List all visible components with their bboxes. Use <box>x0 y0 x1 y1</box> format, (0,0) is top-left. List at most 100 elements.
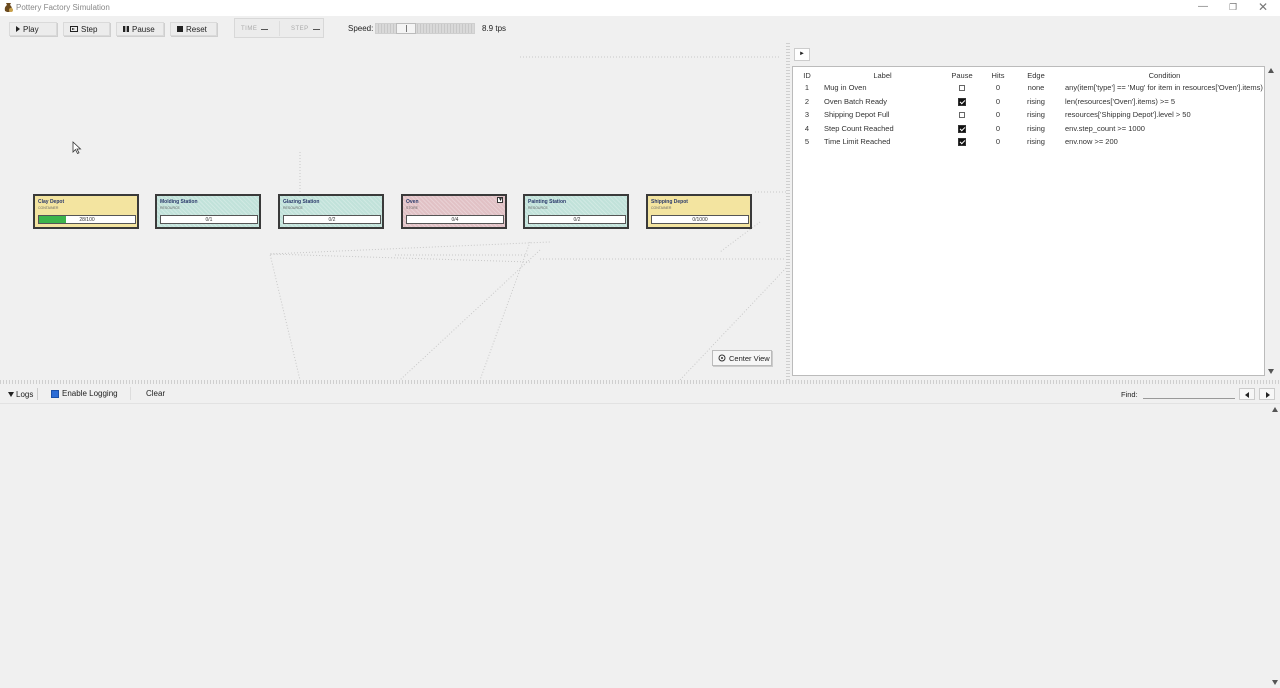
pause-label: Pause <box>132 24 155 34</box>
node-oven[interactable]: Oven STORE ▼ 0/4 <box>401 194 507 229</box>
table-header-row: ID Label Pause Hits Edge Condition <box>793 69 1264 81</box>
row-condition[interactable]: len(resources['Oven'].items) >= 5 <box>1059 95 1264 109</box>
node-clay-depot[interactable]: Clay Depot CONTAINER 28/100 <box>33 194 139 229</box>
row-label[interactable]: Oven Batch Ready <box>821 95 941 109</box>
speed-value: 8.9 tps <box>482 24 507 33</box>
scroll-up-icon[interactable] <box>1272 407 1278 412</box>
scroll-up-icon[interactable] <box>1268 68 1274 73</box>
row-edge[interactable]: rising <box>1013 135 1059 149</box>
pause-checkbox[interactable] <box>959 112 965 119</box>
row-hits: 0 <box>995 110 1001 120</box>
reset-button[interactable]: Reset <box>170 22 217 36</box>
find-previous-button[interactable] <box>1239 388 1255 400</box>
close-button[interactable]: ✕ <box>1248 0 1278 16</box>
center-view-button[interactable]: Center View <box>712 350 772 366</box>
find-input[interactable] <box>1143 388 1235 399</box>
window-title: Pottery Factory Simulation <box>16 3 110 12</box>
row-id: 5 <box>804 137 810 147</box>
log-output-area[interactable] <box>0 403 1280 688</box>
row-condition[interactable]: env.step_count >= 1000 <box>1059 122 1264 136</box>
pause-icon <box>123 26 129 32</box>
node-value: 0/2 <box>328 217 336 223</box>
node-glazing-station[interactable]: Glazing Station RESOURCE 0/2 <box>278 194 384 229</box>
breakpoints-scrollbar[interactable] <box>1266 66 1276 376</box>
step-spin-label: STEP <box>291 26 309 32</box>
pause-checkbox[interactable] <box>958 124 966 133</box>
log-scrollbar[interactable] <box>1270 405 1280 687</box>
speed-slider[interactable] <box>375 23 475 34</box>
node-value: 0/4 <box>451 217 459 223</box>
node-progress-bar: 28/100 <box>38 215 136 224</box>
speed-slider-thumb[interactable] <box>396 23 416 34</box>
node-title: Molding Station <box>160 199 198 205</box>
step-button[interactable]: Step <box>63 22 110 36</box>
breakpoints-table: ID Label Pause Hits Edge Condition 1 Mug… <box>793 69 1264 149</box>
column-header-id[interactable]: ID <box>793 69 821 81</box>
node-type: CONTAINER <box>38 206 59 210</box>
breakpoint-marker-icon: ▼ <box>497 197 503 203</box>
row-edge[interactable]: rising <box>1013 95 1059 109</box>
pause-button[interactable]: Pause <box>116 22 164 36</box>
table-row[interactable]: 1 Mug in Oven 0 none any(item['type'] ==… <box>793 81 1264 95</box>
maximize-button[interactable]: ❐ <box>1218 0 1248 16</box>
play-button[interactable]: Play <box>9 22 57 36</box>
time-spinbox[interactable]: TIME <box>241 23 269 35</box>
row-condition[interactable]: env.now >= 200 <box>1059 135 1264 149</box>
table-row[interactable]: 3 Shipping Depot Full 0 rising resources… <box>793 108 1264 122</box>
title-bar: Pottery Factory Simulation — ❐ ✕ <box>0 0 1280 16</box>
minimize-button[interactable]: — <box>1188 0 1218 16</box>
clear-logs-button[interactable]: Clear <box>130 387 165 400</box>
mouse-cursor-icon <box>72 141 82 155</box>
triangle-down-icon <box>8 391 14 397</box>
table-row[interactable]: 4 Step Count Reached 0 rising env.step_c… <box>793 122 1264 136</box>
table-row[interactable]: 2 Oven Batch Ready 0 rising len(resource… <box>793 95 1264 109</box>
column-header-condition[interactable]: Condition <box>1059 69 1264 81</box>
simulation-canvas[interactable]: Clay Depot CONTAINER 28/100 Molding Stat… <box>0 42 786 380</box>
column-header-pause[interactable]: Pause <box>941 69 983 81</box>
target-icon <box>718 354 726 362</box>
row-label[interactable]: Time Limit Reached <box>821 135 941 149</box>
table-row[interactable]: 5 Time Limit Reached 0 rising env.now >=… <box>793 135 1264 149</box>
row-edge[interactable]: rising <box>1013 108 1059 122</box>
column-header-label[interactable]: Label <box>821 69 941 81</box>
scroll-down-icon[interactable] <box>1268 369 1274 374</box>
row-hits: 0 <box>995 137 1001 147</box>
step-spinbox[interactable]: STEP <box>291 23 320 35</box>
node-shipping-depot[interactable]: Shipping Depot CONTAINER 0/1000 <box>646 194 752 229</box>
enable-logging-checkbox[interactable]: Enable Logging <box>51 389 118 398</box>
pause-checkbox[interactable] <box>959 85 965 92</box>
node-title: Painting Station <box>528 199 567 205</box>
node-type: RESOURCE <box>283 206 303 210</box>
column-header-edge[interactable]: Edge <box>1013 69 1059 81</box>
pause-checkbox[interactable] <box>958 138 966 147</box>
vertical-splitter[interactable] <box>786 42 790 380</box>
row-label[interactable]: Shipping Depot Full <box>821 108 941 122</box>
checkbox-checked-icon <box>51 389 59 398</box>
node-type: STORE <box>406 206 418 210</box>
row-condition[interactable]: resources['Shipping Depot'].level > 50 <box>1059 108 1264 122</box>
step-label: Step <box>81 24 98 34</box>
row-label[interactable]: Step Count Reached <box>821 122 941 136</box>
breakpoints-table-panel: ID Label Pause Hits Edge Condition 1 Mug… <box>792 66 1265 376</box>
node-molding-station[interactable]: Molding Station RESOURCE 0/1 <box>155 194 261 229</box>
node-value: 28/100 <box>79 217 95 223</box>
center-view-label: Center View <box>729 353 770 363</box>
scroll-down-icon[interactable] <box>1272 680 1278 685</box>
row-hits: 0 <box>995 96 1001 106</box>
find-next-button[interactable] <box>1259 388 1275 400</box>
step-icon <box>70 26 78 32</box>
row-edge[interactable]: rising <box>1013 122 1059 136</box>
node-painting-station[interactable]: Painting Station RESOURCE 0/2 <box>523 194 629 229</box>
minus-icon <box>312 28 320 30</box>
panel-collapse-toggle[interactable]: ► <box>794 48 810 61</box>
row-label[interactable]: Mug in Oven <box>821 81 941 95</box>
row-edge[interactable]: none <box>1013 81 1059 95</box>
logs-collapse-toggle[interactable]: Logs <box>8 388 39 400</box>
horizontal-splitter[interactable] <box>0 380 1280 384</box>
row-condition[interactable]: any(item['type'] == 'Mug' for item in re… <box>1059 81 1264 95</box>
pause-checkbox[interactable] <box>958 97 966 106</box>
node-title: Clay Depot <box>38 199 65 205</box>
node-progress-bar: 0/1000 <box>651 215 749 224</box>
row-id: 1 <box>804 83 810 93</box>
column-header-hits[interactable]: Hits <box>983 69 1013 81</box>
